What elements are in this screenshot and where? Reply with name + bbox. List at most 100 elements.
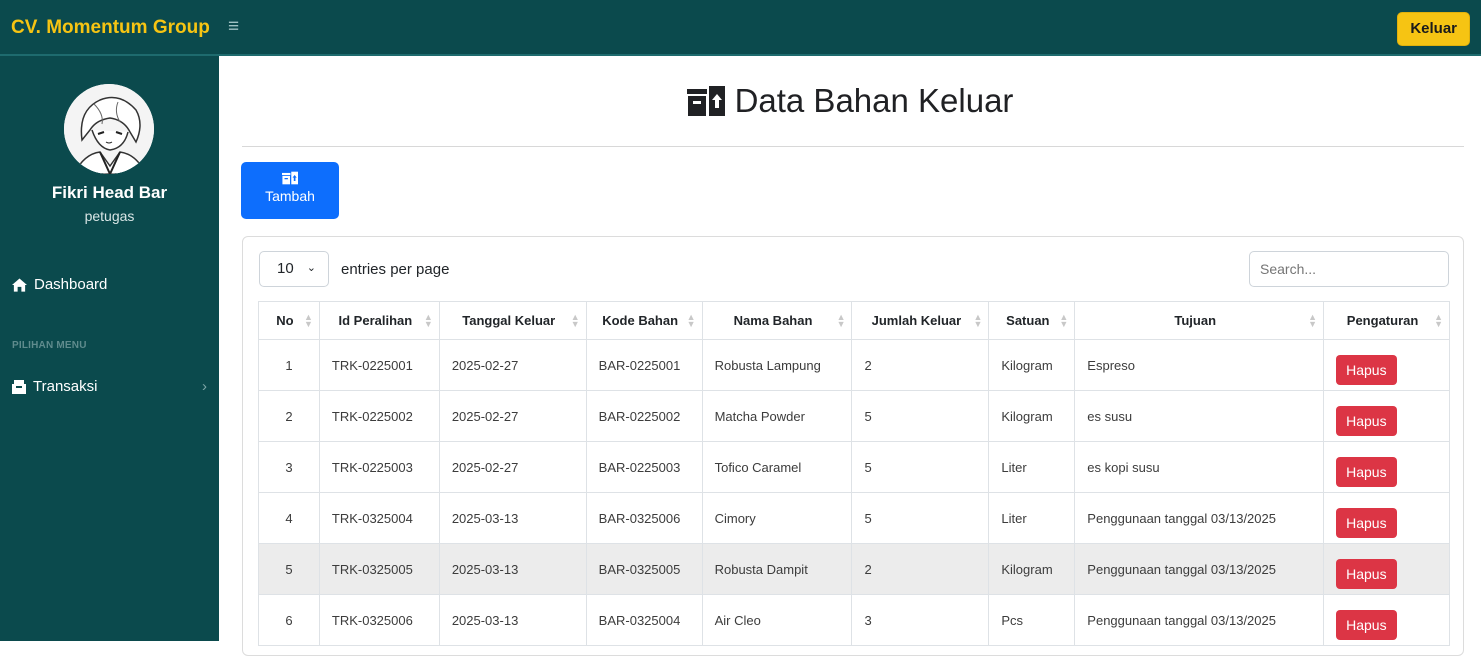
cell-no: 4: [258, 492, 320, 544]
cell-no: 6: [258, 594, 320, 646]
page-title-text: Data Bahan Keluar: [734, 82, 1014, 119]
cell-nama: Robusta Lampung: [701, 339, 853, 391]
cell-tanggal: 2025-02-27: [438, 339, 587, 391]
menu-heading: PILIHAN MENU: [12, 340, 87, 351]
chevron-down-icon: ⌄: [306, 262, 316, 274]
search-input[interactable]: [1249, 251, 1449, 287]
cell-tujuan: es kopi susu: [1074, 441, 1325, 493]
cell-satuan: Kilogram: [988, 390, 1076, 442]
hamburger-icon[interactable]: ≡: [228, 16, 239, 38]
cell-kode: BAR-0225001: [585, 339, 703, 391]
column-header-label: Tanggal Keluar: [462, 313, 556, 328]
page-title: Data Bahan Keluar: [219, 82, 1481, 120]
sort-icon: ▲ ▼: [973, 312, 983, 329]
column-header-label: Id Peralihan: [338, 313, 413, 328]
brand-title[interactable]: CV. Momentum Group: [11, 17, 210, 39]
column-header-label: Satuan: [1006, 313, 1050, 328]
title-divider: [242, 146, 1464, 147]
cell-satuan: Pcs: [988, 594, 1076, 646]
column-header[interactable]: Tanggal Keluar ▲ ▼: [438, 301, 587, 340]
delete-button[interactable]: Hapus: [1336, 507, 1397, 538]
column-header[interactable]: Nama Bahan ▲ ▼: [701, 301, 853, 340]
column-header-label: Jumlah Keluar: [871, 313, 962, 328]
sort-icon: ▲ ▼: [836, 312, 846, 329]
page-length-label: entries per page: [341, 261, 450, 278]
cell-id: TRK-0225001: [318, 339, 440, 391]
cell-nama: Cimory: [701, 492, 853, 544]
user-role: petugas: [84, 208, 135, 224]
column-header-label: Nama Bahan: [733, 313, 813, 328]
column-header[interactable]: Satuan ▲ ▼: [988, 301, 1076, 340]
cell-jumlah: 2: [851, 339, 990, 391]
cell-jumlah: 5: [851, 390, 990, 442]
inbox-icon: [12, 379, 26, 394]
table-row: 3 TRK-0225003 2025-02-27 BAR-0225003 Tofico …: [258, 441, 1450, 493]
column-header[interactable]: Id Peralihan ▲ ▼: [318, 301, 440, 340]
column-header[interactable]: Jumlah Keluar ▲ ▼: [851, 301, 990, 340]
cell-jumlah: 5: [851, 492, 990, 544]
chevron-right-icon: ›: [202, 378, 207, 395]
cell-no: 5: [258, 543, 320, 595]
column-header-label: Pengaturan: [1346, 313, 1419, 328]
table-row: 2 TRK-0225002 2025-02-27 BAR-0225002 Matcha …: [258, 390, 1450, 442]
sidebar-item-transaksi[interactable]: Transaksi ›: [12, 378, 207, 395]
delete-button[interactable]: Hapus: [1336, 609, 1397, 640]
table-row: 4 TRK-0325004 2025-03-13 BAR-0325006 Cimory 5…: [258, 492, 1450, 544]
home-icon: [12, 277, 27, 292]
column-header[interactable]: Tujuan ▲ ▼: [1074, 301, 1325, 340]
sidebar-item-dashboard[interactable]: Dashboard: [12, 276, 107, 293]
cell-tujuan: Penggunaan tanggal 03/13/2025: [1074, 492, 1325, 544]
user-name: Fikri Head Bar: [51, 183, 168, 202]
delete-button[interactable]: Hapus: [1336, 558, 1397, 589]
delete-button[interactable]: Hapus: [1336, 354, 1397, 385]
cell-no: 3: [258, 441, 320, 493]
table-header-row: No ▲ ▼ Id Peralihan ▲ ▼ Tanggal Keluar ▲ ▼ Kode B…: [258, 301, 1450, 340]
logout-button[interactable]: Keluar: [1397, 12, 1470, 46]
column-header[interactable]: Kode Bahan ▲ ▼: [585, 301, 703, 340]
cell-satuan: Kilogram: [988, 339, 1076, 391]
page-length-select[interactable]: 10 ⌄: [259, 251, 329, 287]
cell-jumlah: 2: [851, 543, 990, 595]
box-upload-icon: [282, 171, 298, 185]
sort-icon: ▲ ▼: [423, 312, 433, 329]
cell-tujuan: es susu: [1074, 390, 1325, 442]
cell-action: Hapus: [1323, 543, 1450, 595]
column-header-label: Kode Bahan: [602, 313, 679, 328]
cell-satuan: Liter: [988, 441, 1076, 493]
add-button-label: Tambah: [265, 188, 315, 204]
cell-id: TRK-0225002: [318, 390, 440, 442]
cell-action: Hapus: [1323, 492, 1450, 544]
sort-icon: ▲ ▼: [303, 312, 313, 329]
cell-action: Hapus: [1323, 339, 1450, 391]
add-button[interactable]: Tambah: [241, 162, 339, 219]
box-upload-icon: [686, 86, 725, 116]
avatar: [64, 84, 154, 174]
cell-tanggal: 2025-02-27: [438, 441, 587, 493]
cell-kode: BAR-0225002: [585, 390, 703, 442]
cell-tanggal: 2025-03-13: [438, 492, 587, 544]
cell-action: Hapus: [1323, 594, 1450, 646]
delete-button[interactable]: Hapus: [1336, 456, 1397, 487]
cell-tujuan: Penggunaan tanggal 03/13/2025: [1074, 543, 1325, 595]
data-table-card: 10 ⌄ entries per page No ▲▼ Id Peralihan ▲▼…: [242, 236, 1464, 656]
cell-id: TRK-0325006: [318, 594, 440, 646]
cell-nama: Air Cleo: [701, 594, 853, 646]
cell-nama: Tofico Caramel: [701, 441, 853, 493]
cell-id: TRK-0325005: [318, 543, 440, 595]
cell-tujuan: Penggunaan tanggal 03/13/2025: [1074, 594, 1325, 646]
cell-satuan: Liter: [988, 492, 1076, 544]
cell-tanggal: 2025-02-27: [438, 390, 587, 442]
cell-kode: BAR-0325005: [585, 543, 703, 595]
column-header-label: Tujuan: [1174, 313, 1217, 328]
delete-button[interactable]: Hapus: [1336, 405, 1397, 436]
anime-avatar-icon: [64, 84, 154, 174]
cell-id: TRK-0225003: [318, 441, 440, 493]
table-row: 6 TRK-0325006 2025-03-13 BAR-0325004 Air Cle…: [258, 594, 1450, 646]
page-length-value: 10: [277, 260, 294, 277]
sort-icon: ▲ ▼: [1308, 312, 1318, 329]
column-header[interactable]: No ▲ ▼: [258, 301, 320, 340]
cell-kode: BAR-0325006: [585, 492, 703, 544]
top-navbar: CV. Momentum Group ≡ Keluar: [0, 0, 1481, 56]
cell-action: Hapus: [1323, 441, 1450, 493]
column-header[interactable]: Pengaturan ▲ ▼: [1323, 301, 1450, 340]
